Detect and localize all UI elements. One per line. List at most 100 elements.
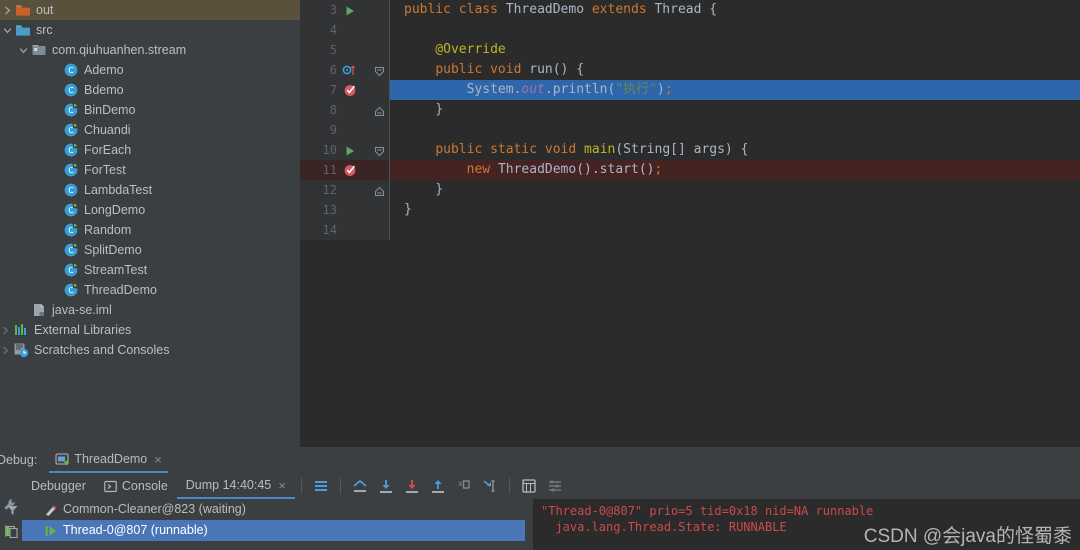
- tree-item-src[interactable]: src: [0, 20, 300, 40]
- code-line[interactable]: 4: [300, 20, 1080, 40]
- tree-item-splitdemo[interactable]: CSplitDemo: [0, 240, 300, 260]
- code-text[interactable]: }: [390, 180, 1080, 200]
- chevron-down-icon[interactable]: [2, 25, 13, 36]
- code-editor[interactable]: 3public class ThreadDemo extends Thread …: [300, 0, 1080, 447]
- gutter-icon-area[interactable]: [340, 100, 364, 120]
- code-text[interactable]: public void run() {: [390, 60, 1080, 80]
- tree-item-scratches-and-consoles[interactable]: Scratches and Consoles: [0, 340, 300, 360]
- code-line[interactable]: 6 public void run() {: [300, 60, 1080, 80]
- gutter-icon-area[interactable]: [340, 180, 364, 200]
- class-runnable-icon: C: [63, 142, 79, 158]
- gutter-icon-area[interactable]: [340, 200, 364, 220]
- close-icon[interactable]: ×: [278, 479, 286, 492]
- chevron-right-icon[interactable]: [2, 5, 13, 16]
- gutter-icon-area[interactable]: [340, 60, 364, 80]
- step-out-icon[interactable]: [427, 475, 449, 497]
- tree-item-java-se-iml[interactable]: java-se.iml: [0, 300, 300, 320]
- filter-icon[interactable]: [2, 500, 22, 521]
- fold-region-area[interactable]: [364, 20, 390, 40]
- close-icon[interactable]: ×: [154, 453, 162, 466]
- fold-region-area[interactable]: [364, 140, 390, 160]
- tree-item-chuandi[interactable]: CChuandi: [0, 120, 300, 140]
- thread-list[interactable]: Common-Cleaner@823 (waiting)Thread-0@807…: [22, 499, 525, 550]
- fold-region-area[interactable]: [364, 120, 390, 140]
- fold-region-area[interactable]: [364, 100, 390, 120]
- code-line[interactable]: 12 }: [300, 180, 1080, 200]
- code-line[interactable]: 7 System.out.println("执行");: [300, 80, 1080, 100]
- code-line[interactable]: 11 new ThreadDemo().start();: [300, 160, 1080, 180]
- gutter-icon-area[interactable]: [340, 160, 364, 180]
- tree-item-bindemo[interactable]: CBinDemo: [0, 100, 300, 120]
- tree-item-fortest[interactable]: CForTest: [0, 160, 300, 180]
- copy-icon[interactable]: [2, 521, 22, 542]
- tree-item-external-libraries[interactable]: External Libraries: [0, 320, 300, 340]
- gutter-icon-area[interactable]: [340, 140, 364, 160]
- tree-item-threaddemo[interactable]: CThreadDemo: [0, 280, 300, 300]
- code-line[interactable]: 13}: [300, 200, 1080, 220]
- show-execution-point-icon[interactable]: [349, 475, 371, 497]
- fold-region-area[interactable]: [364, 220, 390, 240]
- gutter-icon-area[interactable]: [340, 120, 364, 140]
- tree-spacer: [50, 285, 61, 296]
- code-line[interactable]: 3public class ThreadDemo extends Thread …: [300, 0, 1080, 20]
- chevron-right-icon[interactable]: [0, 345, 11, 356]
- project-tree-panel[interactable]: outsrccom.qiuhuanhen.streamCAdemoCBdemoC…: [0, 0, 300, 447]
- fold-region-area[interactable]: [364, 180, 390, 200]
- fold-region-area[interactable]: [364, 60, 390, 80]
- tree-item-out[interactable]: out: [0, 0, 300, 20]
- debug-tab-dump[interactable]: Dump 14:40:45×: [177, 473, 295, 499]
- tree-item-com-qiuhuanhen-stream[interactable]: com.qiuhuanhen.stream: [0, 40, 300, 60]
- fold-region-area[interactable]: [364, 200, 390, 220]
- debug-tab-debugger[interactable]: Debugger: [22, 473, 95, 499]
- chevron-right-icon[interactable]: [0, 325, 11, 336]
- code-line[interactable]: 10 public static void main(String[] args…: [300, 140, 1080, 160]
- code-text[interactable]: @Override: [390, 40, 1080, 60]
- code-line[interactable]: 9: [300, 120, 1080, 140]
- code-line[interactable]: 8 }: [300, 100, 1080, 120]
- force-step-into-icon[interactable]: x: [453, 475, 475, 497]
- code-text[interactable]: System.out.println("执行");: [390, 80, 1080, 100]
- tree-item-streamtest[interactable]: CStreamTest: [0, 260, 300, 280]
- code-text[interactable]: [390, 120, 1080, 140]
- tree-item-ademo[interactable]: CAdemo: [0, 60, 300, 80]
- gutter-icon-area[interactable]: [340, 20, 364, 40]
- run-to-cursor-icon[interactable]: [479, 475, 501, 497]
- chevron-down-icon[interactable]: [18, 45, 29, 56]
- class-runnable-icon: C: [63, 122, 79, 138]
- code-text[interactable]: }: [390, 100, 1080, 120]
- code-text[interactable]: public static void main(String[] args) {: [390, 140, 1080, 160]
- code-text[interactable]: [390, 220, 1080, 240]
- gutter-icon-area[interactable]: [340, 40, 364, 60]
- gutter-icon-area[interactable]: [340, 0, 364, 20]
- fold-region-area[interactable]: [364, 40, 390, 60]
- gutter-icon-area[interactable]: [340, 220, 364, 240]
- tree-item-label: src: [36, 20, 53, 40]
- debug-tab-console[interactable]: Console: [95, 473, 177, 499]
- code-text[interactable]: public class ThreadDemo extends Thread {: [390, 0, 1080, 20]
- step-over-icon[interactable]: [375, 475, 397, 497]
- tree-item-foreach[interactable]: CForEach: [0, 140, 300, 160]
- thread-list-item[interactable]: Common-Cleaner@823 (waiting): [22, 499, 525, 520]
- line-number: 13: [300, 200, 340, 220]
- fold-region-area[interactable]: [364, 160, 390, 180]
- gutter-icon-area[interactable]: [340, 80, 364, 100]
- code-text[interactable]: }: [390, 200, 1080, 220]
- thread-list-item[interactable]: Thread-0@807 (runnable): [22, 520, 525, 541]
- evaluate-expression-icon[interactable]: [518, 475, 540, 497]
- tree-item-label: ForTest: [84, 160, 126, 180]
- settings-lines-icon[interactable]: [544, 475, 566, 497]
- fold-region-area[interactable]: [364, 0, 390, 20]
- tree-item-bdemo[interactable]: CBdemo: [0, 80, 300, 100]
- tree-item-random[interactable]: CRandom: [0, 220, 300, 240]
- tree-item-label: StreamTest: [84, 260, 147, 280]
- mute-breakpoints-icon[interactable]: [310, 475, 332, 497]
- debug-run-config-tab[interactable]: ThreadDemo ×: [49, 447, 168, 473]
- tree-item-lambdatest[interactable]: CLambdaTest: [0, 180, 300, 200]
- code-text[interactable]: new ThreadDemo().start();: [390, 160, 1080, 180]
- step-into-icon[interactable]: [401, 475, 423, 497]
- tree-item-longdemo[interactable]: CLongDemo: [0, 200, 300, 220]
- code-text[interactable]: [390, 20, 1080, 40]
- code-line[interactable]: 14: [300, 220, 1080, 240]
- fold-region-area[interactable]: [364, 80, 390, 100]
- code-line[interactable]: 5 @Override: [300, 40, 1080, 60]
